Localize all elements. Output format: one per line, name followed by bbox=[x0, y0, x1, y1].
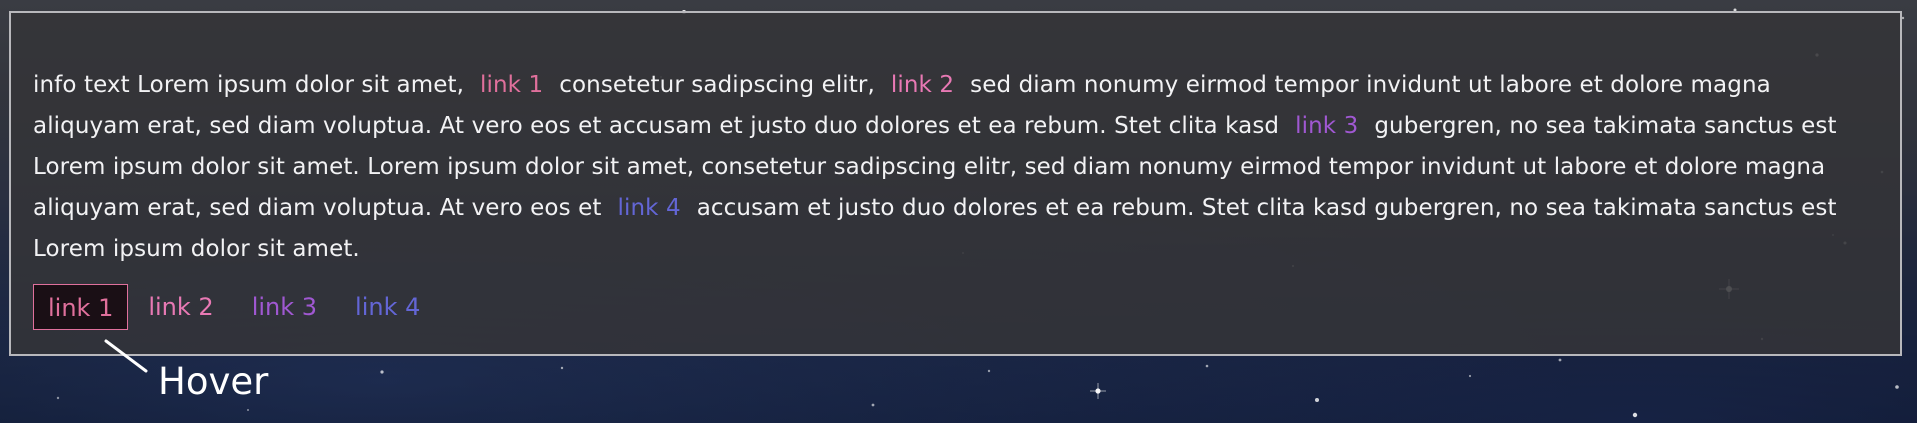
info-text-segment: consetetur sadipscing elitr, bbox=[559, 72, 875, 98]
row-link-1-hovered[interactable]: link 1 bbox=[33, 284, 129, 330]
inline-link-4[interactable]: link 4 bbox=[617, 195, 680, 221]
hover-callout-label: Hover bbox=[158, 360, 269, 403]
info-text-segment: info text Lorem ipsum dolor sit amet, bbox=[33, 72, 464, 98]
row-link-4[interactable]: link 4 bbox=[341, 284, 434, 330]
inline-link-1[interactable]: link 1 bbox=[480, 72, 543, 98]
inline-link-3[interactable]: link 3 bbox=[1295, 113, 1358, 139]
link-row: link 1 link 2 link 3 link 4 bbox=[33, 284, 444, 330]
info-paragraph: info text Lorem ipsum dolor sit amet, lin… bbox=[33, 65, 1873, 270]
row-link-3[interactable]: link 3 bbox=[238, 284, 331, 330]
row-link-2[interactable]: link 2 bbox=[134, 284, 227, 330]
inline-link-2[interactable]: link 2 bbox=[891, 72, 954, 98]
